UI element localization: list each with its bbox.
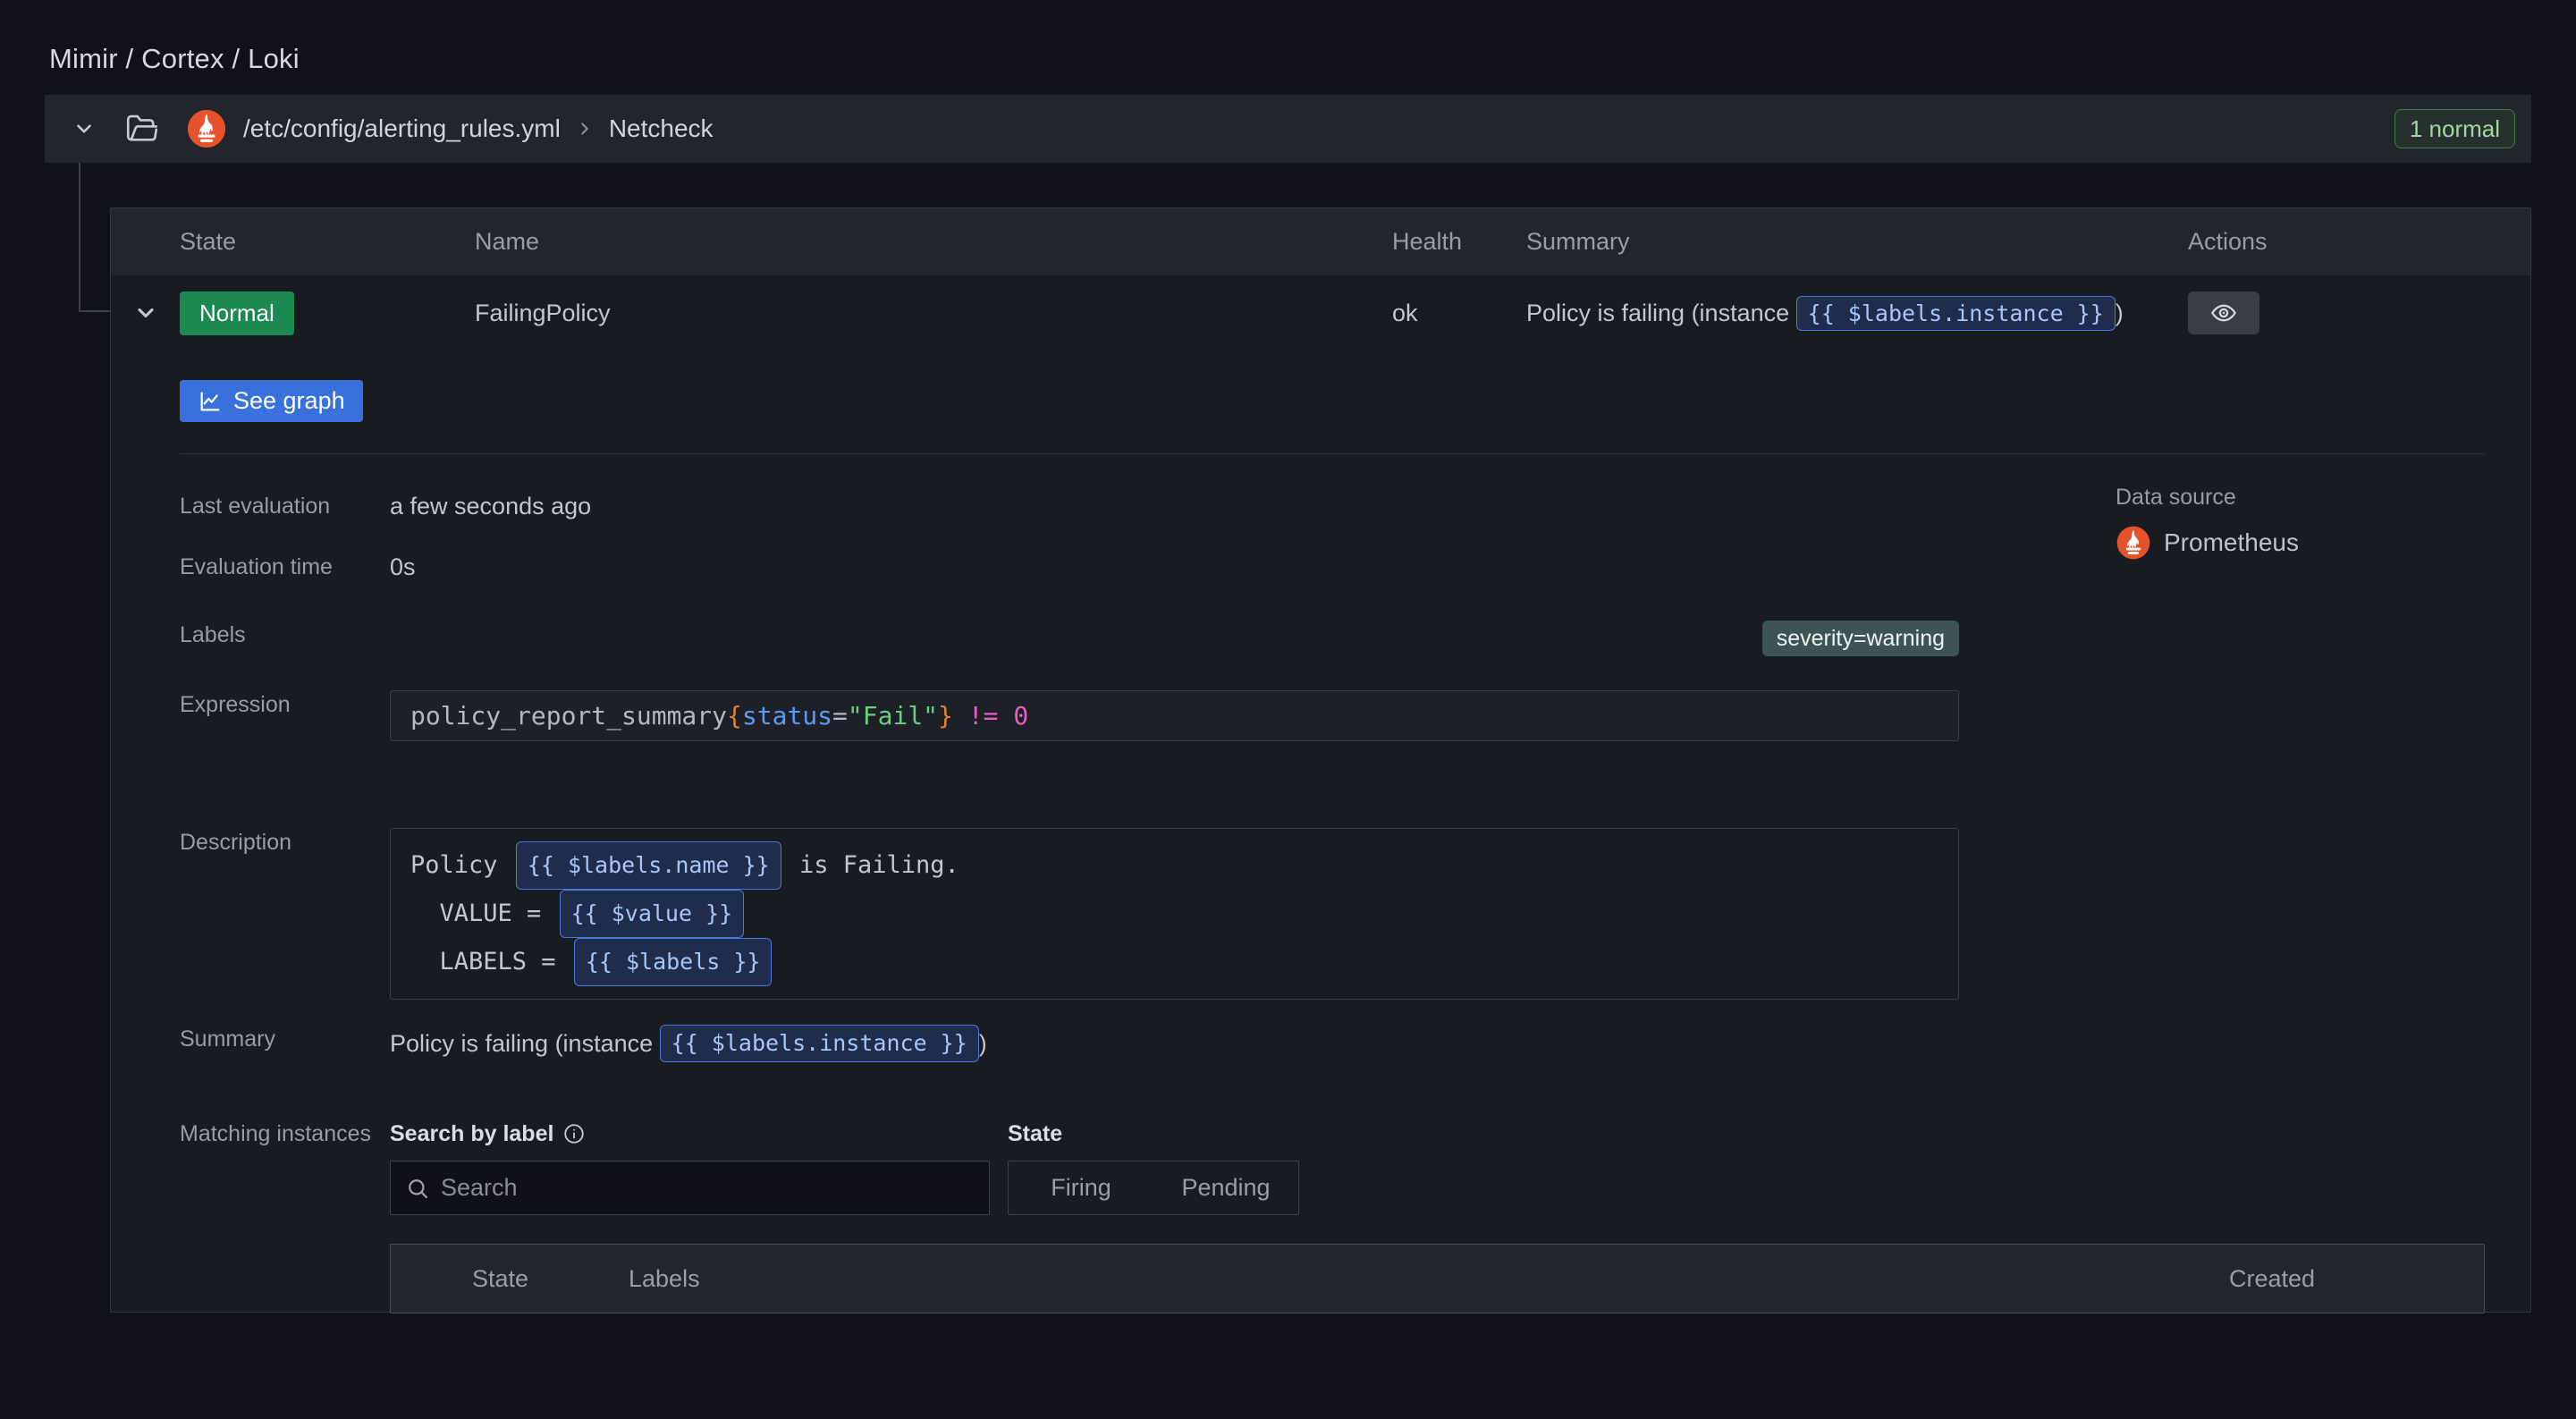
summary-value: Policy is failing (instance {{ $labels.i… (390, 1025, 2485, 1062)
description-box: Policy {{ $labels.name }} is Failing. VA… (390, 828, 1959, 1000)
grafana-alert-rules-page: Mimir / Cortex / Loki /etc/config/alerti… (0, 0, 2576, 1419)
rule-group-bar: /etc/config/alerting_rules.yml Netcheck … (45, 95, 2531, 163)
rule-name: FailingPolicy (475, 300, 1392, 327)
rule-panel: State Name Health Summary Actions Normal… (110, 207, 2531, 1313)
field-label: Summary (180, 1025, 390, 1053)
labels-row: Labels severity=warning (180, 621, 2485, 656)
rule-state-badge: Normal (180, 291, 294, 335)
rule-file-path: /etc/config/alerting_rules.yml (243, 114, 561, 143)
expression-row: Expression policy_report_summary{status=… (180, 690, 2485, 741)
search-input[interactable] (441, 1174, 975, 1202)
chevron-right-icon (575, 119, 595, 139)
group-collapse-button[interactable] (68, 113, 100, 145)
column-header-state: State (180, 228, 475, 256)
prometheus-icon (2116, 525, 2151, 561)
column-header-health: Health (1392, 228, 1526, 256)
filter-firing-button[interactable]: Firing (1009, 1161, 1153, 1214)
column-header-summary: Summary (1526, 228, 2188, 256)
label-search-box (390, 1161, 990, 1215)
template-chip: {{ $labels }} (574, 938, 773, 986)
field-label: Labels (180, 621, 390, 649)
datasource-label: Data source (2116, 485, 2299, 511)
see-graph-button[interactable]: See graph (180, 380, 363, 422)
info-icon[interactable] (562, 1122, 586, 1145)
instances-column-created: Created (2229, 1264, 2484, 1293)
template-chip: {{ $labels.instance }} (1796, 296, 2116, 331)
state-filter-group: Firing Pending (1008, 1161, 1299, 1215)
datasource-block: Data source Prometheus (2116, 485, 2299, 561)
state-filter-label: State (1008, 1119, 1062, 1148)
chevron-down-icon (133, 300, 158, 325)
description-row: Description Policy {{ $labels.name }} is… (180, 828, 2485, 1000)
rule-summary-cell: Policy is failing (instance {{ $labels.i… (1526, 296, 2188, 331)
search-icon (405, 1176, 430, 1201)
instances-column-state: State (472, 1264, 629, 1293)
rule-health: ok (1392, 300, 1526, 327)
status-badge: 1 normal (2394, 109, 2515, 148)
matching-instances-row: Matching instances Search by label (180, 1119, 2485, 1313)
search-by-label-label: Search by label (390, 1119, 553, 1148)
chevron-down-icon (72, 117, 96, 140)
column-header-name: Name (475, 228, 1392, 256)
tree-guide-vertical (79, 163, 80, 311)
summary-row: Summary Policy is failing (instance {{ $… (180, 1025, 2485, 1062)
field-label: Description (180, 828, 390, 857)
prometheus-icon (186, 108, 227, 149)
page-title: Mimir / Cortex / Loki (49, 43, 300, 75)
template-chip: {{ $labels.name }} (516, 841, 781, 890)
section-divider (180, 453, 2485, 454)
template-chip: {{ $labels.instance }} (660, 1025, 979, 1062)
field-label: Evaluation time (180, 553, 390, 581)
instances-column-labels: Labels (629, 1264, 2229, 1293)
eye-icon (2209, 299, 2238, 327)
field-label: Last evaluation (180, 492, 390, 520)
instance-filters: Search by label (390, 1119, 2485, 1215)
field-label: Matching instances (180, 1119, 390, 1148)
folder-icon (123, 110, 161, 148)
rule-group-name: Netcheck (609, 114, 714, 143)
datasource-name: Prometheus (2164, 528, 2299, 557)
column-header-actions: Actions (2188, 228, 2530, 256)
instances-table-header: State Labels Created (390, 1244, 2485, 1313)
field-label: Expression (180, 690, 390, 719)
rules-table-header: State Name Health Summary Actions (111, 208, 2530, 275)
rule-row: Normal FailingPolicy ok Policy is failin… (111, 275, 2530, 351)
template-chip: {{ $value }} (560, 890, 745, 938)
tree-guide-horizontal (79, 310, 111, 312)
filter-pending-button[interactable]: Pending (1153, 1161, 1298, 1214)
chart-line-icon (198, 389, 223, 414)
expression-code: policy_report_summary{status="Fail"} != … (390, 690, 1959, 741)
view-rule-button[interactable] (2188, 291, 2259, 334)
label-chip: severity=warning (1762, 621, 1959, 656)
rule-expand-button[interactable] (111, 300, 180, 325)
